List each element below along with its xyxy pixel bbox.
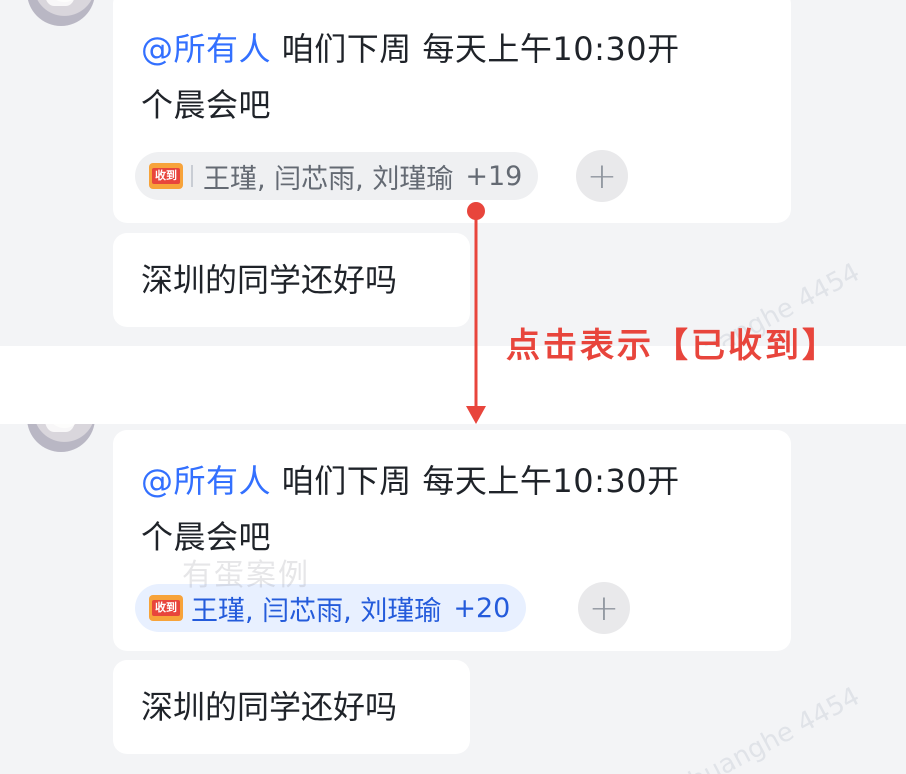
message-bubble-followup[interactable]: 深圳的同学还好吗 [113,660,470,754]
reaction-count: +20 [453,592,511,624]
message-line2: 个晨会吧 [141,86,272,124]
divider [191,165,193,187]
message-bubble[interactable]: @所有人 咱们下周 每天上午10:30开 个晨会吧 收到 王瑾, 闫芯雨, 刘瑾… [113,430,791,651]
mention-all[interactable]: @所有人 [141,30,271,68]
reaction-names: 王瑾, 闫芯雨, 刘瑾瑜 [203,163,454,195]
message-text: @所有人 咱们下周 每天上午10:30开 个晨会吧 [141,21,763,133]
plus-icon: + [588,587,620,629]
message-text: @所有人 咱们下周 每天上午10:30开 个晨会吧 [141,453,763,565]
sender-avatar[interactable] [27,424,95,452]
message-line1: 咱们下周 每天上午10:30开 [271,30,680,68]
mention-all[interactable]: @所有人 [141,462,271,500]
received-emoji-icon: 收到 [149,595,183,621]
received-emoji-icon: 收到 [149,163,183,189]
reaction-names: 王瑾, 闫芯雨, 刘瑾瑜 [191,595,442,627]
reaction-count: +19 [465,160,523,192]
message-line1: 咱们下周 每天上午10:30开 [271,462,680,500]
annotation-label: 点击表示【已收到】 [506,326,839,366]
case-watermark: 有蛋案例 [182,558,310,593]
add-reaction-button[interactable]: + [578,582,630,634]
plus-icon: + [586,155,618,197]
sender-avatar[interactable] [27,0,95,26]
reaction-received-chip[interactable]: 收到 王瑾, 闫芯雨, 刘瑾瑜 +19 [135,152,539,200]
chat-panel-after: @所有人 咱们下周 每天上午10:30开 个晨会吧 收到 王瑾, 闫芯雨, 刘瑾… [0,424,906,774]
message-bubble[interactable]: @所有人 咱们下周 每天上午10:30开 个晨会吧 收到 王瑾, 闫芯雨, 刘瑾… [113,0,791,223]
add-reaction-button[interactable]: + [576,150,628,202]
watermark: huanghe 4454 [684,681,865,774]
message-bubble-followup[interactable]: 深圳的同学还好吗 [113,233,470,327]
arrow-head-icon [466,406,486,424]
followup-text: 深圳的同学还好吗 [141,688,398,726]
followup-text: 深圳的同学还好吗 [141,261,398,299]
chat-panel-before: @所有人 咱们下周 每天上午10:30开 个晨会吧 收到 王瑾, 闫芯雨, 刘瑾… [0,0,906,346]
